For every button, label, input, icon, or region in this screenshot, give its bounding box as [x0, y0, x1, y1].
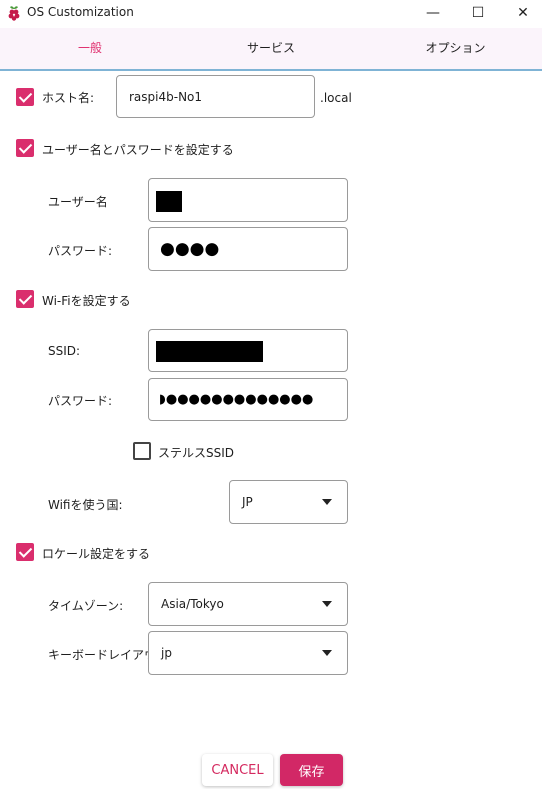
hostname-input[interactable]: raspi4b-No1	[116, 75, 315, 118]
ssid-input[interactable]	[148, 329, 348, 372]
wifi-country-value: JP	[242, 495, 253, 509]
hostname-suffix: .local	[320, 91, 352, 105]
cancel-button[interactable]: CANCEL	[202, 754, 273, 786]
keyboard-layout-select[interactable]: jp	[148, 631, 348, 675]
raspberry-pi-icon	[8, 6, 20, 21]
hostname-label: ホスト名:	[42, 91, 95, 105]
ssid-label: SSID:	[48, 344, 81, 358]
user-password-mask: ●●●●	[160, 239, 220, 259]
locale-label: ロケール設定をする	[42, 547, 151, 561]
wifi-label: Wi-Fiを設定する	[42, 294, 131, 308]
tab-services[interactable]: サービス	[226, 28, 316, 69]
username-input[interactable]	[148, 178, 348, 222]
hostname-checkbox[interactable]	[16, 88, 34, 106]
user-password-label: パスワード:	[48, 244, 113, 258]
redacted-ssid	[156, 341, 263, 362]
minimize-button[interactable]: —	[410, 0, 456, 26]
user-password-input[interactable]: ●●●●	[148, 227, 348, 271]
timezone-value: Asia/Tokyo	[161, 597, 224, 611]
keyboard-layout-value: jp	[161, 646, 172, 660]
save-button[interactable]: 保存	[280, 754, 343, 786]
chevron-down-icon	[322, 601, 332, 607]
username-label: ユーザー名	[48, 195, 108, 209]
chevron-down-icon	[322, 650, 332, 656]
wifi-password-input[interactable]: ◗●●●●●●●●●●●●●	[148, 378, 348, 421]
timezone-select[interactable]: Asia/Tokyo	[148, 582, 348, 626]
chevron-down-icon	[322, 499, 332, 505]
tab-bar: 一般 サービス オプション	[0, 28, 542, 71]
timezone-label: タイムゾーン:	[48, 599, 124, 613]
redacted-username	[156, 191, 182, 212]
hostname-value: raspi4b-No1	[129, 89, 203, 104]
wifi-password-mask: ◗●●●●●●●●●●●●●	[159, 392, 314, 407]
close-button[interactable]: ✕	[500, 0, 542, 26]
set-user-label: ユーザー名とパスワードを設定する	[42, 143, 234, 157]
wifi-checkbox[interactable]	[16, 290, 34, 308]
window-title: OS Customization	[27, 5, 134, 19]
hidden-ssid-checkbox[interactable]	[133, 442, 151, 460]
wifi-country-select[interactable]: JP	[229, 480, 348, 524]
title-bar: OS Customization — ☐ ✕	[0, 0, 542, 26]
hidden-ssid-label: ステルスSSID	[158, 446, 235, 460]
tab-options[interactable]: オプション	[408, 28, 503, 69]
wifi-password-label: パスワード:	[48, 394, 113, 408]
set-user-checkbox[interactable]	[16, 139, 34, 157]
tab-general[interactable]: 一般	[45, 28, 135, 69]
maximize-button[interactable]: ☐	[455, 0, 501, 26]
wifi-country-label: Wifiを使う国:	[48, 498, 123, 512]
locale-checkbox[interactable]	[16, 543, 34, 561]
